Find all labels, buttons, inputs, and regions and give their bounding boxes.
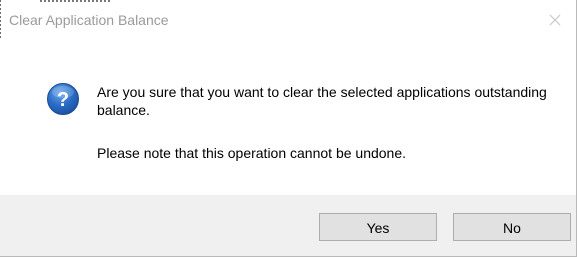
no-button[interactable]: No xyxy=(453,213,571,241)
clear-application-balance-dialog: Clear Application Balance ? Are you sure… xyxy=(0,0,577,257)
svg-text:?: ? xyxy=(57,89,69,111)
button-bar: Yes No xyxy=(0,195,576,256)
warning-note: Please note that this operation cannot b… xyxy=(97,145,407,161)
title-bar[interactable]: Clear Application Balance xyxy=(0,0,577,40)
dialog-title: Clear Application Balance xyxy=(9,12,169,28)
confirmation-message: Are you sure that you want to clear the … xyxy=(97,84,547,118)
question-icon: ? xyxy=(47,83,79,115)
close-icon[interactable] xyxy=(547,12,563,28)
yes-button[interactable]: Yes xyxy=(319,213,437,241)
dialog-content: ? Are you sure that you want to clear th… xyxy=(0,40,576,195)
